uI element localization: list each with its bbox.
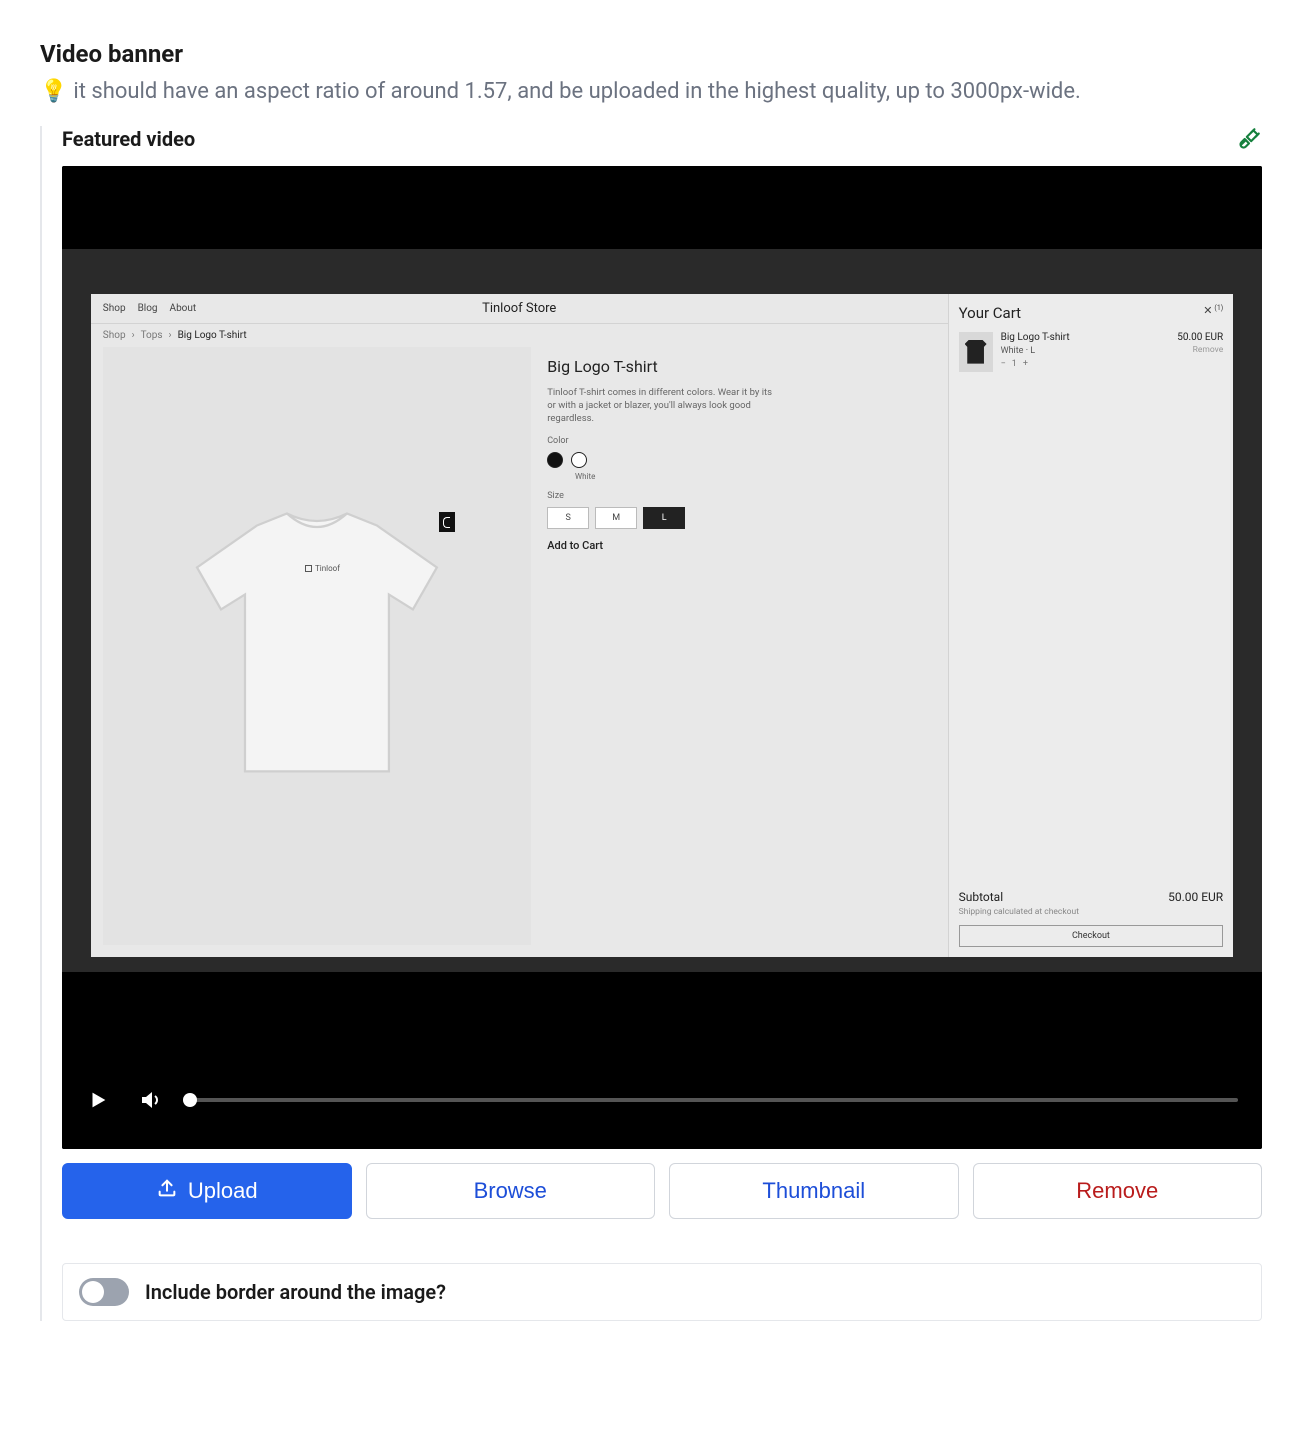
swatch-black: [547, 452, 563, 468]
store-main: Shop Blog About Tinloof Store Shop › Top…: [91, 294, 948, 958]
swatch-white: [571, 452, 587, 468]
block-title: Featured video: [62, 127, 195, 151]
size-s: S: [547, 507, 589, 529]
toggle-knob: [82, 1281, 104, 1303]
tshirt-logo-text: Tinloof: [305, 564, 340, 573]
cart-item: Big Logo T-shirt White · L − 1 + 50.00 E…: [959, 332, 1224, 372]
cart-item-name: Big Logo T-shirt: [1001, 332, 1170, 343]
subtotal-label: Subtotal: [959, 890, 1004, 904]
product-description: Tinloof T-shirt comes in different color…: [547, 386, 777, 426]
cart-item-remove: Remove: [1177, 345, 1223, 355]
thumbnail-button[interactable]: Thumbnail: [669, 1163, 959, 1219]
color-label: Color: [547, 436, 937, 446]
store-brand: Tinloof Store: [482, 301, 556, 316]
crumb-current: Big Logo T-shirt: [178, 330, 247, 341]
letterbox-bottom: [62, 972, 1262, 1051]
crumb-tops: Tops: [141, 330, 163, 341]
tshirt-sleeve-patch: [439, 512, 455, 532]
cart-item-thumb: [959, 332, 993, 372]
lightbulb-icon: 💡: [40, 76, 67, 108]
featured-video-block: Featured video Shop Blog About Tinloof S…: [40, 126, 1262, 1321]
store-nav: Shop Blog About: [103, 294, 196, 323]
nav-shop: Shop: [103, 303, 126, 314]
cart-close-icon: ✕(1): [1203, 304, 1223, 317]
product-info: Big Logo T-shirt Tinloof T-shirt comes i…: [531, 347, 947, 958]
chevron-right-icon: ›: [169, 330, 172, 341]
qty-minus-icon: −: [1001, 359, 1006, 369]
nav-about: About: [170, 303, 197, 314]
cart-item-qty: − 1 +: [1001, 359, 1170, 369]
size-label: Size: [547, 491, 937, 501]
play-icon[interactable]: [86, 1088, 110, 1112]
breadcrumb: Shop › Tops › Big Logo T-shirt: [91, 324, 948, 347]
swatch-selected-caption: White: [565, 472, 605, 481]
chevron-right-icon: ›: [132, 330, 135, 341]
upload-icon: [156, 1177, 178, 1205]
plugin-icon[interactable]: [1236, 126, 1262, 152]
nav-blog: Blog: [138, 303, 158, 314]
remove-button[interactable]: Remove: [973, 1163, 1263, 1219]
video-controls: [62, 1051, 1262, 1149]
thumbnail-label: Thumbnail: [762, 1178, 865, 1204]
upload-label: Upload: [188, 1178, 258, 1204]
crumb-shop: Shop: [103, 330, 126, 341]
store-body: Tinloof Big Logo T-shirt Tinloof T-shirt…: [91, 347, 948, 958]
section-title: Video banner: [40, 40, 1262, 68]
border-toggle[interactable]: [79, 1278, 129, 1306]
cart-title: Your Cart: [959, 304, 1021, 322]
volume-icon[interactable]: [138, 1088, 162, 1112]
section-hint: 💡 it should have an aspect ratio of arou…: [40, 76, 1262, 108]
cart-item-price: 50.00 EUR: [1177, 332, 1223, 343]
video-player[interactable]: Shop Blog About Tinloof Store Shop › Top…: [62, 166, 1262, 1149]
product-image: Tinloof: [103, 347, 531, 946]
product-title: Big Logo T-shirt: [547, 357, 937, 376]
cart-item-variant: White · L: [1001, 346, 1170, 356]
border-toggle-row: Include border around the image?: [62, 1263, 1262, 1321]
progress-handle[interactable]: [183, 1093, 197, 1107]
video-progress[interactable]: [190, 1098, 1238, 1102]
add-to-cart: Add to Cart: [547, 539, 937, 552]
upload-button[interactable]: Upload: [62, 1163, 352, 1219]
store-topbar: Shop Blog About Tinloof Store: [91, 294, 948, 324]
size-l: L: [643, 507, 685, 529]
size-m: M: [595, 507, 637, 529]
border-toggle-label: Include border around the image?: [145, 1280, 446, 1304]
checkout-button: Checkout: [959, 925, 1224, 947]
cart-panel: Your Cart ✕(1) Big Logo T-shirt White · …: [948, 294, 1234, 958]
video-actions: Upload Browse Thumbnail Remove: [62, 1163, 1262, 1219]
shipping-note: Shipping calculated at checkout: [959, 907, 1224, 917]
browse-label: Browse: [474, 1178, 547, 1204]
tshirt-graphic: Tinloof: [167, 430, 467, 861]
remove-label: Remove: [1076, 1178, 1158, 1204]
video-frame-content: Shop Blog About Tinloof Store Shop › Top…: [91, 294, 1233, 958]
qty-plus-icon: +: [1023, 359, 1028, 369]
section-hint-text: it should have an aspect ratio of around…: [73, 76, 1080, 108]
subtotal-value: 50.00 EUR: [1168, 890, 1223, 904]
letterbox-top: [62, 166, 1262, 250]
browse-button[interactable]: Browse: [366, 1163, 656, 1219]
